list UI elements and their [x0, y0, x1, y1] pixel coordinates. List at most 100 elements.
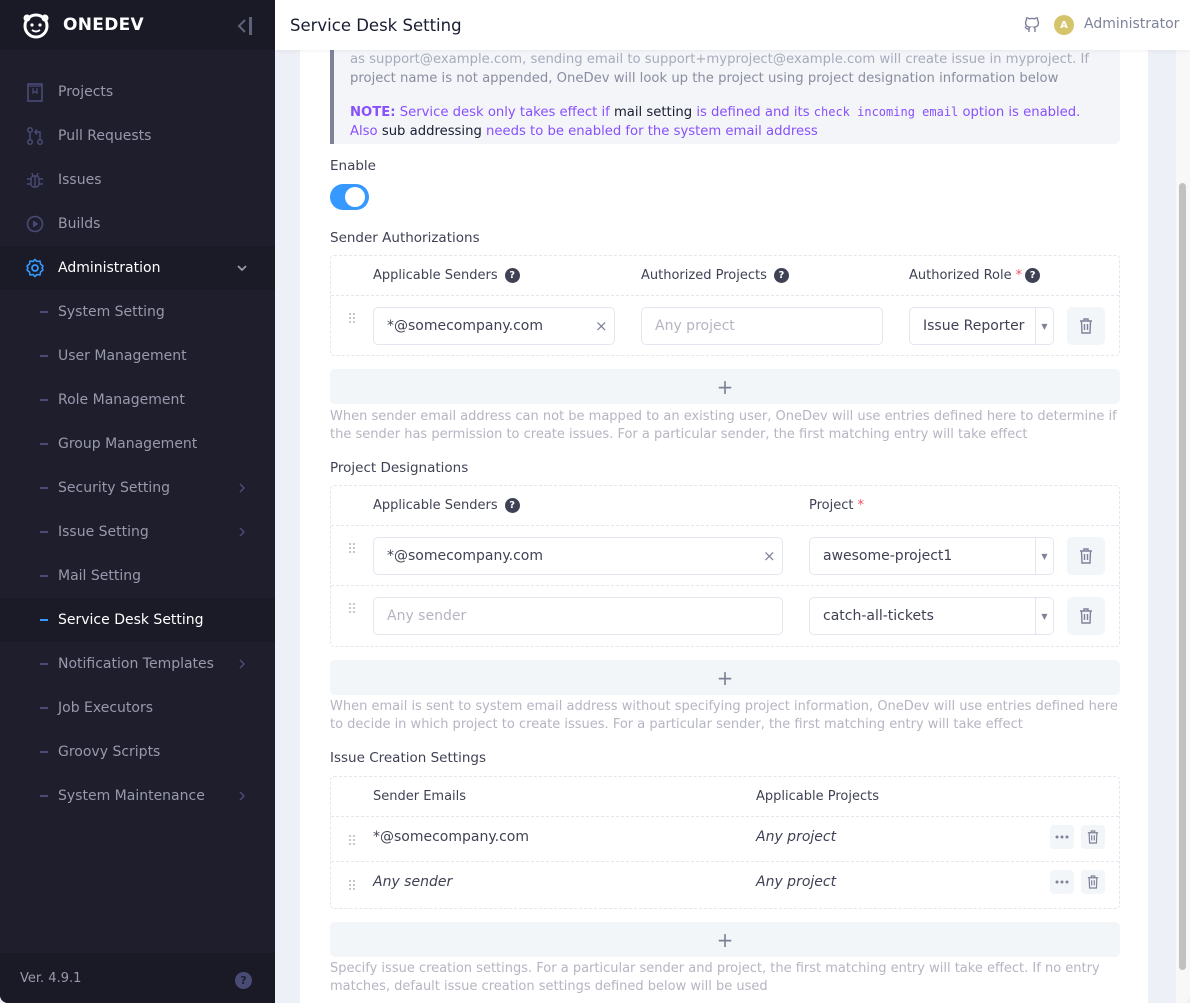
table-row: Any sender catch-all-tickets ▼ [331, 586, 1119, 646]
ellipsis-icon [1055, 880, 1069, 884]
help-icon[interactable]: ? [504, 498, 520, 513]
required-marker: * [1015, 268, 1023, 283]
sidebar-item-group-management[interactable]: Group Management [0, 422, 275, 466]
authorized-projects-input[interactable]: Any project [641, 307, 883, 345]
project-designations-table: Applicable Senders? Project * *@somecompa… [330, 485, 1120, 647]
drag-handle-icon[interactable] [348, 312, 356, 324]
delete-row-button[interactable] [1067, 537, 1105, 575]
help-icon[interactable]: ? [504, 268, 520, 283]
scrollbar-thumb[interactable] [1179, 183, 1186, 970]
sidebar-item-label: Role Management [58, 392, 185, 408]
sub-addressing-link[interactable]: sub addressing [382, 124, 482, 139]
help-icon[interactable]: ? [1025, 268, 1041, 283]
sender-authorizations-table: Applicable Senders? Authorized Projects?… [330, 255, 1120, 356]
collapse-sidebar-icon[interactable] [236, 15, 254, 37]
sidebar-item-pull-requests[interactable]: Pull Requests [0, 114, 275, 158]
sidebar-item-service-desk-setting[interactable]: Service Desk Setting [0, 598, 275, 642]
sidebar-item-issue-setting[interactable]: Issue Setting [0, 510, 275, 554]
trash-icon [1080, 548, 1092, 564]
dash-bullet [40, 531, 48, 533]
drag-handle-icon[interactable] [348, 542, 356, 554]
sidebar-item-security-setting[interactable]: Security Setting [0, 466, 275, 510]
table-row: Any sender Any project [331, 862, 1119, 907]
column-header: Project * [809, 498, 864, 513]
input-value: *@somecompany.com [387, 548, 543, 564]
github-icon[interactable] [1023, 16, 1041, 34]
sender-authorizations-help: When sender email address can not be map… [330, 409, 1117, 442]
settings-panel: as support@example.com, sending email to… [300, 50, 1148, 1003]
delete-row-button[interactable] [1081, 870, 1105, 894]
scrollbar[interactable] [1176, 50, 1190, 1003]
more-actions-button[interactable] [1050, 870, 1074, 894]
project-designations-help: When email is sent to system email addre… [330, 699, 1118, 732]
project-select[interactable]: awesome-project1 ▼ [809, 537, 1054, 575]
sidebar-item-groovy-scripts[interactable]: Groovy Scripts [0, 730, 275, 774]
caret-down-icon: ▼ [1035, 538, 1053, 574]
chevron-right-icon [239, 483, 246, 493]
avatar[interactable]: A [1054, 15, 1074, 35]
project-select[interactable]: catch-all-tickets ▼ [809, 597, 1054, 635]
sidebar-item-user-management[interactable]: User Management [0, 334, 275, 378]
top-header: Service Desk Setting A Administrator [275, 0, 1190, 50]
drag-handle-icon[interactable] [348, 602, 356, 614]
select-value: awesome-project1 [823, 548, 953, 564]
select-value: catch-all-tickets [823, 608, 934, 624]
column-label: Sender Emails [373, 789, 467, 804]
select-value: Issue Reporter [923, 318, 1025, 334]
applicable-senders-input[interactable]: Any sender [373, 597, 783, 635]
brand[interactable]: ONEDEV [0, 0, 275, 50]
sidebar-item-mail-setting[interactable]: Mail Setting [0, 554, 275, 598]
dash-bullet [40, 707, 48, 709]
applicable-senders-input[interactable]: *@somecompany.com × [373, 307, 615, 345]
sidebar-item-label: Administration [58, 260, 161, 276]
sidebar-item-projects[interactable]: Projects [0, 70, 275, 114]
add-sender-authorization-button[interactable]: + [330, 369, 1120, 404]
help-icon[interactable]: ? [773, 268, 789, 283]
sidebar-item-administration[interactable]: Administration [0, 246, 275, 290]
sidebar: ONEDEV Projects Pull Requests Issues Bui… [0, 0, 275, 1003]
dash-bullet [40, 575, 48, 577]
delete-row-button[interactable] [1081, 825, 1105, 849]
delete-row-button[interactable] [1067, 597, 1105, 635]
add-project-designation-button[interactable]: + [330, 660, 1120, 695]
enable-toggle[interactable] [330, 184, 369, 210]
alert-line: project name is not appended, OneDev wil… [350, 71, 1059, 86]
help-icon[interactable]: ? [235, 972, 252, 989]
user-menu[interactable]: Administrator [1084, 16, 1179, 32]
column-label: Applicable Senders [373, 268, 498, 283]
sidebar-item-system-maintenance[interactable]: System Maintenance [0, 774, 275, 818]
sidebar-item-issues[interactable]: Issues [0, 158, 275, 202]
alert-clipped-line: as support@example.com, sending email to… [350, 52, 1089, 67]
sidebar-item-notification-templates[interactable]: Notification Templates [0, 642, 275, 686]
caret-down-icon: ▼ [1035, 598, 1053, 634]
drag-handle-icon[interactable] [348, 834, 356, 846]
mail-setting-link[interactable]: mail setting [614, 105, 692, 120]
enable-label: Enable [330, 158, 376, 174]
authorized-role-select[interactable]: Issue Reporter ▼ [909, 307, 1054, 345]
table-row: *@somecompany.com × awesome-project1 ▼ [331, 526, 1119, 586]
input-placeholder: Any project [655, 318, 735, 334]
sidebar-item-builds[interactable]: Builds [0, 202, 275, 246]
sidebar-item-role-management[interactable]: Role Management [0, 378, 275, 422]
sidebar-item-label: Job Executors [58, 700, 154, 716]
sidebar-item-system-setting[interactable]: System Setting [0, 290, 275, 334]
brand-name: ONEDEV [63, 15, 144, 35]
delete-row-button[interactable] [1067, 307, 1105, 345]
clear-icon[interactable]: × [763, 549, 776, 564]
book-icon [25, 82, 45, 102]
dash-bullet [40, 311, 48, 313]
note-code: check incoming email [813, 105, 959, 119]
table-header: Sender Emails Applicable Projects [331, 777, 1119, 817]
applicable-senders-input[interactable]: *@somecompany.com × [373, 537, 783, 575]
sidebar-item-job-executors[interactable]: Job Executors [0, 686, 275, 730]
add-issue-creation-setting-button[interactable]: + [330, 922, 1120, 957]
sender-authorizations-title: Sender Authorizations [330, 230, 480, 246]
applicable-projects-cell: Any project [756, 874, 837, 890]
play-circle-icon [25, 214, 45, 234]
trash-icon [1087, 830, 1099, 844]
more-actions-button[interactable] [1050, 825, 1074, 849]
clear-icon[interactable]: × [595, 319, 608, 334]
drag-handle-icon[interactable] [348, 879, 356, 891]
dash-bullet [40, 795, 48, 797]
dash-bullet [40, 487, 48, 489]
